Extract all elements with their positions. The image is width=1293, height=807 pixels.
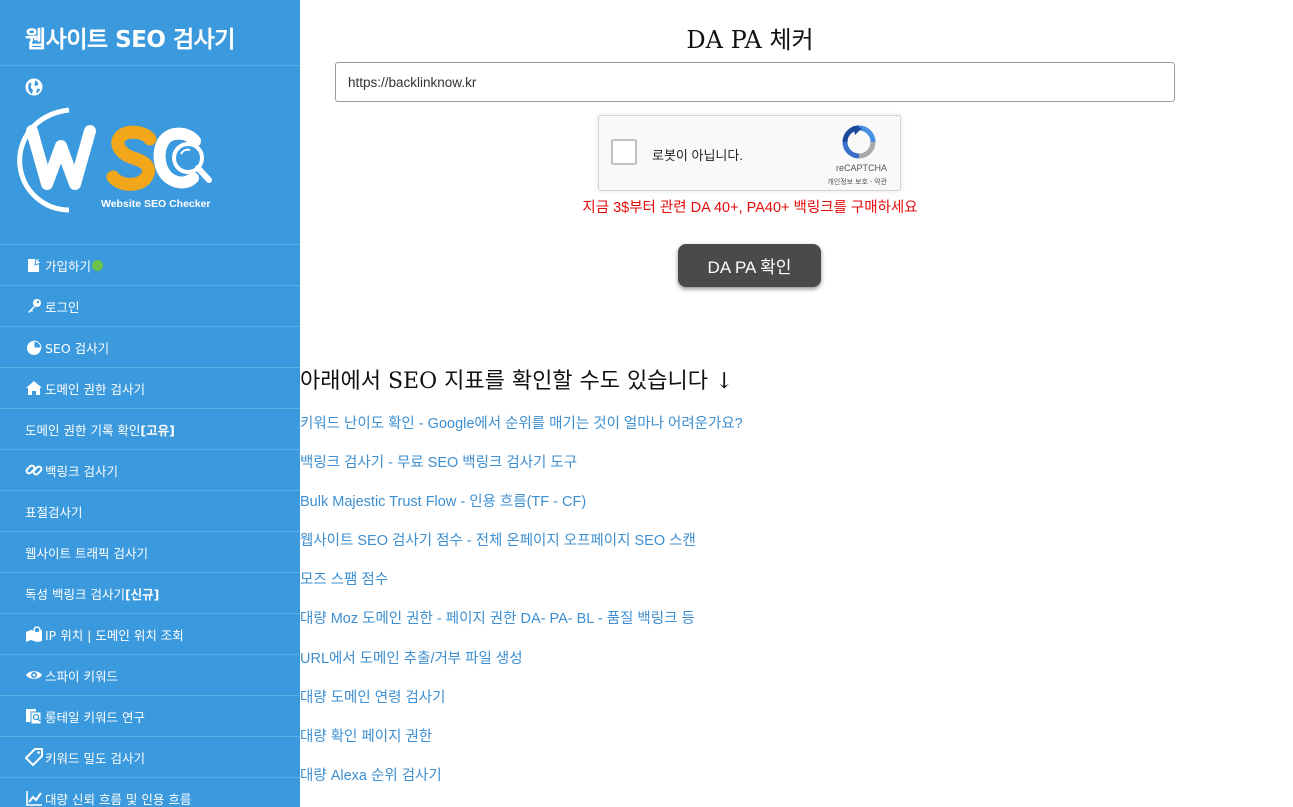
signup-icon — [25, 256, 43, 274]
sidebar-item-label: SEO 검사기 — [45, 340, 110, 356]
search-doc-icon — [25, 707, 43, 725]
related-link[interactable]: 대량 Moz 도메인 권한 - 페이지 권한 DA- PA- BL - 품질 백… — [300, 607, 743, 646]
eye-icon — [25, 666, 43, 684]
recaptcha-widget: 로봇이 아닙니다. reCAPTCHA 개인정보 보호 - 약관 — [598, 115, 901, 191]
sidebar-item-label: 대량 신뢰 흐름 및 인용 흐름 — [45, 791, 192, 807]
related-link[interactable]: URL에서 도메인 추출/거부 파일 생성 — [300, 647, 743, 686]
sidebar-item[interactable]: SEO 검사기 — [0, 326, 300, 367]
map-pin-icon — [25, 625, 43, 643]
recaptcha-logo-icon — [842, 125, 876, 159]
site-title[interactable]: 웹사이트 SEO 검사기 — [0, 0, 300, 66]
sidebar-item[interactable]: 웹사이트 트래픽 검사기 — [0, 531, 300, 572]
related-link[interactable]: 키워드 난이도 확인 - Google에서 순위를 매기는 것이 얼마나 어려운… — [300, 412, 743, 451]
sidebar-item[interactable]: 백링크 검사기 — [0, 449, 300, 490]
sidebar-item-tag: [신규] — [124, 586, 160, 602]
related-link[interactable]: 대량 도메인 연령 검사기 — [300, 686, 743, 725]
globe-icon[interactable] — [24, 77, 44, 97]
related-link[interactable]: 대량 Alexa 순위 검사기 — [300, 764, 743, 803]
recaptcha-privacy-link[interactable]: 개인정보 보호 - 약관 — [827, 177, 887, 187]
logo-tagline: Website SEO Checker — [101, 198, 211, 210]
sidebar-nav: 가입하기로그인 SEO 검사기도메인 권한 검사기도메인 권한 기록 확인 [고유… — [0, 244, 300, 807]
promo-link[interactable]: 지금 3$부터 관련 DA 40+, PA40+ 백링크를 구매하세요 — [480, 196, 1020, 217]
sidebar-item-label: 롱테일 키워드 연구 — [45, 709, 145, 725]
related-links-list: 키워드 난이도 확인 - Google에서 순위를 매기는 것이 얼마나 어려운… — [300, 412, 743, 803]
related-link[interactable]: 모즈 스팸 점수 — [300, 568, 743, 607]
sidebar-item[interactable]: IP 위치 | 도메인 위치 조회 — [0, 613, 300, 654]
sidebar-item-label: 도메인 권한 검사기 — [45, 381, 145, 397]
da-pa-check-button[interactable]: DA PA 확인 — [678, 244, 821, 287]
sidebar-item[interactable]: 표절검사기 — [0, 490, 300, 531]
recaptcha-label: 로봇이 아닙니다. — [652, 148, 743, 163]
sidebar-item-label: 로그인 — [45, 299, 80, 315]
sidebar-item-tag: [고유] — [140, 422, 175, 438]
pie-chart-icon — [25, 338, 43, 356]
sidebar-item-label: IP 위치 | 도메인 위치 조회 — [45, 627, 184, 643]
related-link[interactable]: 대량 확인 페이지 권한 — [300, 725, 743, 764]
sidebar-item-label: 스파이 키워드 — [45, 668, 118, 684]
sidebar-item[interactable]: 도메인 권한 검사기 — [0, 367, 300, 408]
sidebar-item-label: 백링크 검사기 — [45, 463, 118, 479]
key-icon — [25, 297, 43, 315]
sidebar: 웹사이트 SEO 검사기 Website SEO Checker 가입하기로그인… — [0, 0, 300, 807]
sidebar-item-label: 독성 백링크 검사기 — [25, 586, 125, 602]
sidebar-item-label: 키워드 밀도 검사기 — [45, 750, 145, 766]
online-status-dot — [92, 259, 104, 271]
link-icon — [25, 461, 43, 479]
line-chart-icon — [25, 789, 43, 807]
sidebar-item[interactable]: 도메인 권한 기록 확인 [고유] — [0, 408, 300, 449]
sidebar-item[interactable]: 독성 백링크 검사기 [신규] — [0, 572, 300, 613]
sidebar-item[interactable]: 로그인 — [0, 285, 300, 326]
section-heading: 아래에서 SEO 지표를 확인할 수도 있습니다 ↓ — [300, 369, 734, 394]
sidebar-item-label: 도메인 권한 기록 확인 — [25, 422, 141, 438]
url-input[interactable] — [335, 62, 1175, 102]
related-link[interactable]: 웹사이트 SEO 검사기 점수 - 전체 온페이지 오프페이지 SEO 스캔 — [300, 529, 743, 568]
wsc-logo[interactable]: Website SEO Checker — [17, 106, 217, 216]
sidebar-item[interactable]: 롱테일 키워드 연구 — [0, 695, 300, 736]
sidebar-item[interactable]: 대량 신뢰 흐름 및 인용 흐름 — [0, 777, 300, 807]
sidebar-item[interactable]: 스파이 키워드 — [0, 654, 300, 695]
tag-icon — [25, 748, 43, 766]
home-icon — [25, 379, 43, 397]
sidebar-item[interactable]: 키워드 밀도 검사기 — [0, 736, 300, 777]
sidebar-item-label: 표절검사기 — [25, 504, 83, 520]
sidebar-item-label: 웹사이트 트래픽 검사기 — [25, 545, 148, 561]
sidebar-item[interactable]: 가입하기 — [0, 244, 300, 285]
page-title: DA PA 체커 — [686, 26, 814, 54]
recaptcha-brand: reCAPTCHA — [835, 163, 887, 173]
sidebar-item-label: 가입하기 — [45, 258, 92, 274]
recaptcha-checkbox[interactable] — [611, 139, 637, 165]
related-link[interactable]: Bulk Majestic Trust Flow - 인용 흐름(TF - CF… — [300, 490, 743, 529]
related-link[interactable]: 백링크 검사기 - 무료 SEO 백링크 검사기 도구 — [300, 451, 743, 490]
